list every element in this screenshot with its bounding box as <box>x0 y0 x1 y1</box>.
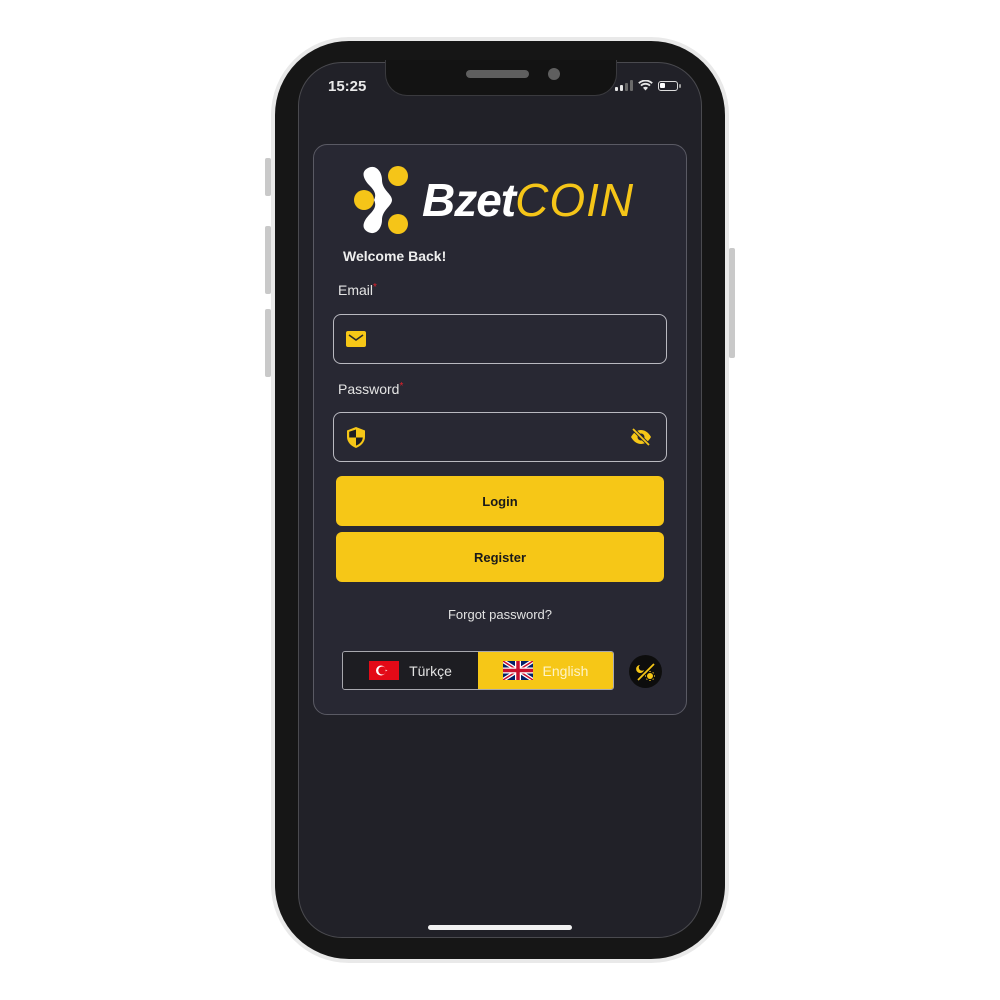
battery-level <box>660 82 665 88</box>
battery-icon <box>658 80 681 91</box>
brand-name-part1: Bzet <box>422 174 516 226</box>
brand-logo: BzetCOIN <box>352 162 634 238</box>
email-input[interactable] <box>367 315 666 363</box>
notch <box>385 60 617 96</box>
language-option-turkce[interactable]: Türkçe <box>343 652 478 689</box>
eye-off-icon[interactable] <box>630 426 652 448</box>
status-icons <box>615 80 681 91</box>
brand-name: BzetCOIN <box>422 177 634 223</box>
uk-flag-icon <box>502 661 533 680</box>
power-button <box>729 248 735 358</box>
status-time: 15:25 <box>328 78 367 95</box>
turkey-flag-icon <box>369 661 400 680</box>
language-label-turkce: Türkçe <box>409 662 452 679</box>
home-indicator[interactable] <box>428 925 572 930</box>
language-switcher: Türkçe English <box>342 651 614 690</box>
email-field[interactable] <box>333 314 667 364</box>
brand-name-part2: COIN <box>515 174 635 226</box>
speaker <box>466 70 529 78</box>
required-mark: * <box>399 381 404 392</box>
wifi-icon <box>638 80 653 91</box>
theme-toggle-icon <box>635 662 655 681</box>
logo-mark-icon <box>354 166 408 234</box>
welcome-heading: Welcome Back! <box>343 248 447 264</box>
cellular-signal-icon <box>615 80 633 91</box>
login-button[interactable]: Login <box>336 476 664 526</box>
forgot-password-link[interactable]: Forgot password? <box>313 607 687 622</box>
required-mark: * <box>373 282 377 293</box>
register-button[interactable]: Register <box>336 532 664 582</box>
language-label-english: English <box>542 662 589 679</box>
password-label: Password* <box>338 381 403 397</box>
theme-toggle-button[interactable] <box>629 655 662 688</box>
language-option-english[interactable]: English <box>478 652 613 689</box>
password-field[interactable] <box>333 412 667 462</box>
password-input[interactable] <box>367 413 630 461</box>
email-label: Email* <box>338 282 377 298</box>
envelope-icon <box>345 328 367 350</box>
front-camera <box>548 68 560 80</box>
password-label-text: Password <box>338 381 400 397</box>
email-label-text: Email <box>338 282 374 298</box>
shield-icon <box>345 426 367 448</box>
